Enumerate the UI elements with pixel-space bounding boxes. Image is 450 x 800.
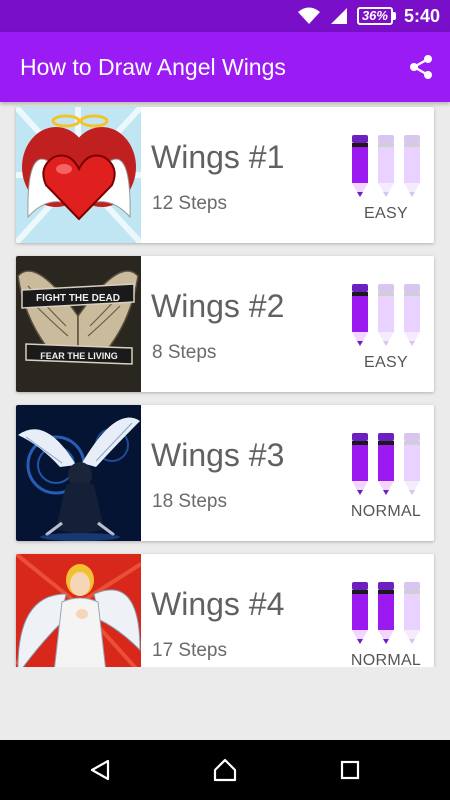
- recents-icon: [340, 760, 360, 780]
- difficulty-pencils: [346, 582, 426, 646]
- tutorial-steps: 17 Steps: [152, 640, 227, 661]
- difficulty-label: NORMAL: [350, 503, 422, 520]
- thumbnail-banner-wings: FIGHT THE DEAD FEAR THE LIVING: [16, 256, 141, 392]
- difficulty-label: EASY: [364, 354, 408, 371]
- tutorial-title: Wings #2: [151, 288, 285, 324]
- pencil-empty-icon: [378, 135, 394, 197]
- share-button[interactable]: [406, 52, 436, 82]
- tutorial-title: Wings #4: [151, 586, 285, 622]
- clock: 5:40: [403, 5, 440, 26]
- pencil-empty-icon: [404, 582, 420, 644]
- difficulty-pencils: [346, 433, 426, 497]
- wifi-icon: [297, 7, 320, 24]
- difficulty-indicator: NORMAL: [346, 433, 426, 521]
- banner-top-text: FIGHT THE DEAD: [36, 293, 120, 304]
- battery-level: 36%: [356, 7, 393, 25]
- cell-signal-icon: [330, 8, 347, 24]
- share-icon: [410, 55, 432, 79]
- recents-button[interactable]: [334, 754, 366, 786]
- tutorial-list[interactable]: Wings #1 12 Steps EASY FIGHT THE DEAD FE…: [0, 102, 450, 667]
- tutorial-title: Wings #1: [151, 139, 285, 175]
- pencil-filled-icon: [352, 582, 368, 644]
- difficulty-pencils: [346, 135, 426, 199]
- tutorial-card-4[interactable]: Wings #4 17 Steps NORMAL: [16, 554, 434, 667]
- tutorial-card-3[interactable]: Wings #3 18 Steps NORMAL: [16, 405, 434, 541]
- difficulty-indicator: NORMAL: [346, 582, 426, 667]
- difficulty-label: EASY: [364, 205, 408, 222]
- tutorial-steps: 18 Steps: [152, 491, 227, 512]
- difficulty-label: NORMAL: [350, 652, 422, 667]
- tutorial-card-2[interactable]: FIGHT THE DEAD FEAR THE LIVING Wings #2 …: [16, 256, 434, 392]
- difficulty-indicator: EASY: [346, 135, 426, 223]
- pencil-filled-icon: [352, 433, 368, 495]
- app-title: How to Draw Angel Wings: [20, 54, 286, 80]
- home-button[interactable]: [209, 754, 241, 786]
- pencil-filled-icon: [352, 284, 368, 346]
- status-bar: 36% 5:40: [0, 0, 450, 32]
- pencil-empty-icon: [404, 284, 420, 346]
- difficulty-indicator: EASY: [346, 284, 426, 372]
- back-button[interactable]: [84, 754, 116, 786]
- tutorial-steps: 12 Steps: [152, 193, 227, 214]
- pencil-filled-icon: [352, 135, 368, 197]
- battery-icon: 36%: [356, 7, 396, 25]
- thumbnail-angel-girl: [16, 554, 141, 667]
- pencil-filled-icon: [378, 433, 394, 495]
- difficulty-pencils: [346, 284, 426, 348]
- pencil-empty-icon: [404, 135, 420, 197]
- home-icon: [213, 758, 237, 782]
- pencil-empty-icon: [404, 433, 420, 495]
- thumbnail-dark-angel: [16, 405, 141, 541]
- pencil-empty-icon: [378, 284, 394, 346]
- status-icons: 36% 5:40: [297, 0, 440, 32]
- tutorial-title: Wings #3: [151, 437, 285, 473]
- tutorial-steps: 8 Steps: [152, 342, 217, 363]
- thumbnail-heart-wings: [16, 107, 141, 243]
- pencil-filled-icon: [378, 582, 394, 644]
- banner-bottom-text: FEAR THE LIVING: [40, 351, 118, 361]
- app-bar: How to Draw Angel Wings: [0, 32, 450, 102]
- back-icon: [90, 759, 110, 781]
- navigation-bar: [0, 740, 450, 800]
- tutorial-card-1[interactable]: Wings #1 12 Steps EASY: [16, 107, 434, 243]
